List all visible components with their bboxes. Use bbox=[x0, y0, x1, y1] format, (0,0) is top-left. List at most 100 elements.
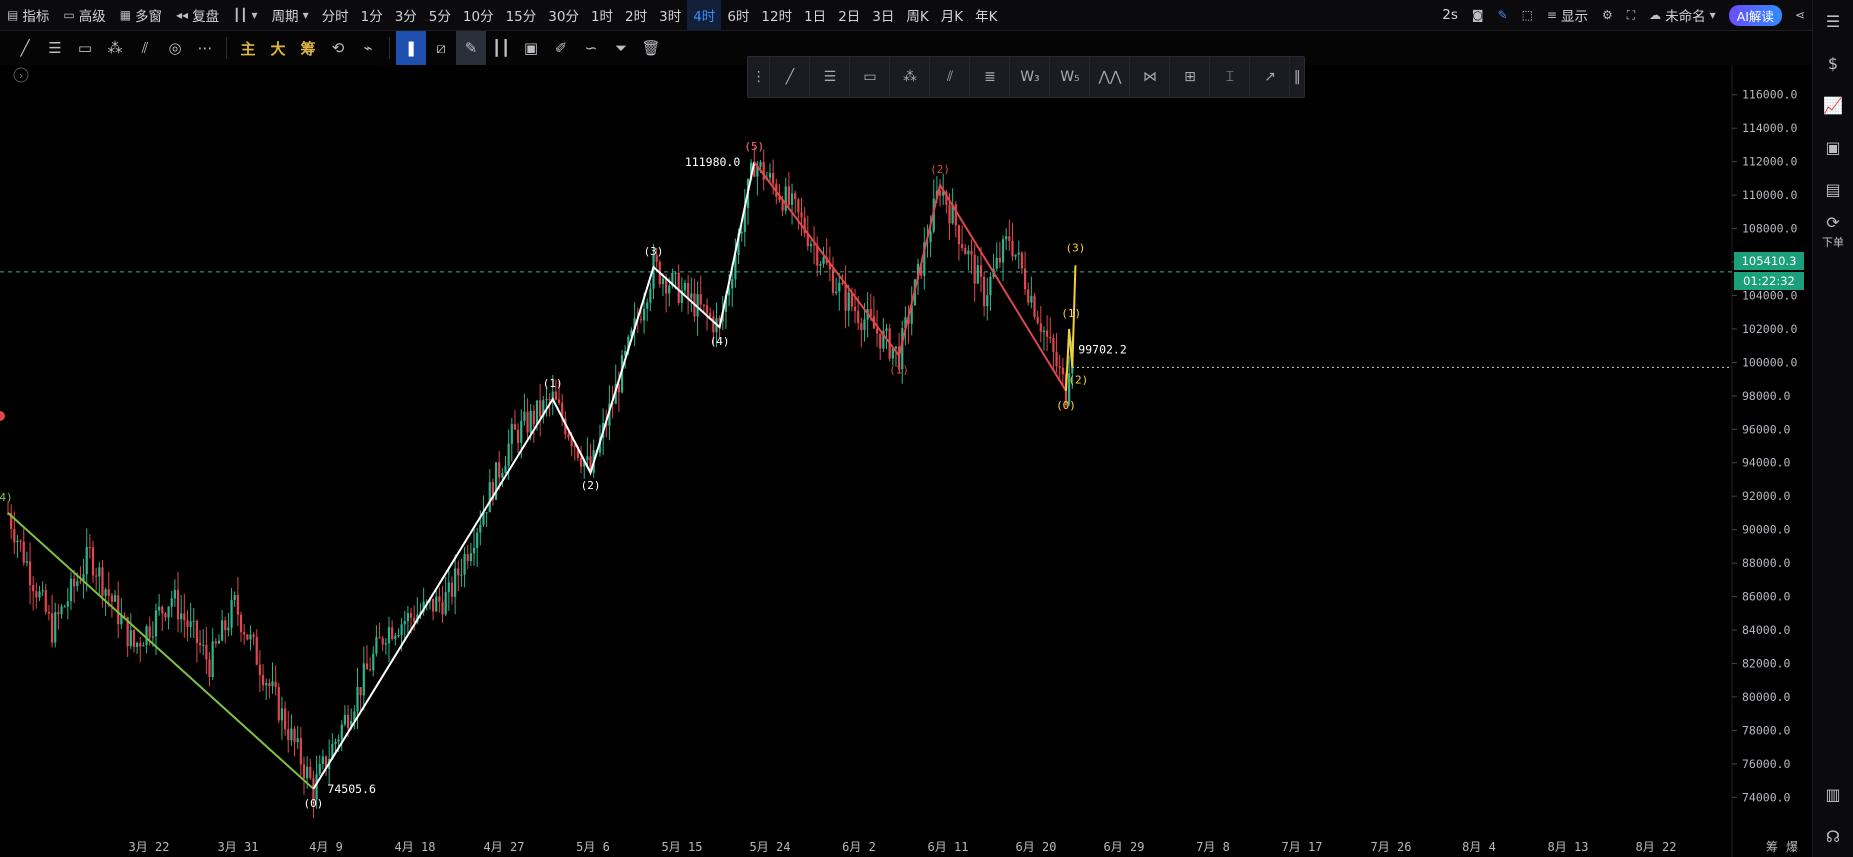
xabcd-icon[interactable]: ⋈ bbox=[1130, 57, 1171, 97]
drag-handle-icon[interactable]: ⋮ bbox=[748, 57, 771, 97]
share-icon[interactable]: ⋖ bbox=[1788, 0, 1812, 30]
period-14[interactable]: 2日 bbox=[832, 0, 866, 30]
period-4[interactable]: 10分 bbox=[457, 0, 500, 30]
circle-tool-icon[interactable]: ◎ bbox=[160, 31, 190, 65]
text-range-icon[interactable]: ⌶ bbox=[1210, 57, 1251, 97]
candle-body bbox=[158, 606, 161, 611]
period-dropdown[interactable]: 周期 ▾ bbox=[265, 0, 316, 30]
period-8[interactable]: 2时 bbox=[619, 0, 653, 30]
candle-body bbox=[91, 547, 95, 576]
x-tick-label: 8月 13 bbox=[1548, 840, 1589, 854]
period-1[interactable]: 1分 bbox=[355, 0, 389, 30]
watchlist-icon[interactable]: ☰ bbox=[1813, 0, 1853, 42]
fullscreen-icon[interactable]: ⛶ bbox=[1620, 0, 1642, 30]
candle-body bbox=[233, 594, 236, 600]
order-button[interactable]: ⟳ 下单 bbox=[1813, 210, 1853, 252]
link-icon[interactable]: ∽ bbox=[576, 31, 606, 65]
fib-tool-icon[interactable]: ⫽ bbox=[130, 31, 160, 65]
period-12[interactable]: 12时 bbox=[755, 0, 798, 30]
bookmark-icon[interactable]: ❚ bbox=[396, 31, 426, 65]
settings-icon[interactable]: ⚙ bbox=[1595, 0, 1620, 30]
x-tick-label: 8月 22 bbox=[1636, 840, 1677, 854]
period-9[interactable]: 3时 bbox=[653, 0, 687, 30]
fib-fan-icon[interactable]: ⫽ bbox=[930, 57, 971, 97]
main-chart-toggle[interactable]: 主 bbox=[233, 31, 263, 65]
pattern-tool-icon[interactable]: ⁂ bbox=[100, 31, 130, 65]
candle-body bbox=[154, 610, 158, 637]
period-11[interactable]: 6时 bbox=[721, 0, 755, 30]
headset-icon[interactable]: ☊ bbox=[1813, 815, 1853, 857]
candle-body bbox=[447, 582, 450, 593]
candle-body bbox=[463, 554, 466, 575]
rect-tool-icon[interactable]: ▭ bbox=[70, 31, 100, 65]
period-3[interactable]: 5分 bbox=[423, 0, 457, 30]
more-tools-icon[interactable]: ⋯ bbox=[190, 31, 220, 65]
collapse-icon[interactable]: ‖ bbox=[1290, 57, 1304, 97]
line-tool-icon[interactable]: ╱ bbox=[10, 31, 40, 65]
indicators-button[interactable]: ▤ 指标 bbox=[0, 0, 56, 30]
expand-arrow-icon: › bbox=[18, 69, 25, 82]
period-15[interactable]: 3日 bbox=[866, 0, 900, 30]
ai-analysis-button[interactable]: AI解读 bbox=[1728, 4, 1782, 26]
candle-body bbox=[265, 683, 268, 686]
pen-icon[interactable]: ✎ bbox=[1491, 0, 1515, 30]
pattern-icon[interactable]: ⁂ bbox=[890, 57, 931, 97]
big-order-toggle[interactable]: 大 bbox=[263, 31, 293, 65]
layout-name-dropdown[interactable]: ☁ 未命名 ▾ bbox=[1642, 0, 1723, 30]
layout-icon[interactable]: ▥ bbox=[1813, 773, 1853, 815]
multi-window-button[interactable]: ▦ 多窗 bbox=[113, 0, 169, 30]
magnet-icon[interactable]: ⌁ bbox=[353, 31, 383, 65]
candle-body bbox=[532, 410, 535, 425]
edit-box-icon[interactable]: ⬚ bbox=[1515, 0, 1540, 30]
replay-button[interactable]: ◂◂ 复盘 bbox=[169, 0, 226, 30]
wallet-icon[interactable]: ▤ bbox=[1813, 168, 1853, 210]
advanced-button[interactable]: ▭ 高级 bbox=[56, 0, 112, 30]
price-chart[interactable]: 116000.0 114000.0 112000.0 110000.0 108000.0… bbox=[0, 65, 1812, 857]
wave-label: (1) bbox=[543, 377, 563, 390]
display-button[interactable]: ≡ 显示 bbox=[1540, 0, 1595, 30]
period-0[interactable]: 分时 bbox=[316, 0, 355, 30]
growth-chart-icon[interactable]: 📈 bbox=[1813, 84, 1853, 126]
period-5[interactable]: 15分 bbox=[500, 0, 543, 30]
dollar-icon[interactable]: $ bbox=[1813, 42, 1853, 84]
period-2[interactable]: 3分 bbox=[389, 0, 423, 30]
candle-body bbox=[466, 554, 469, 562]
candle-body bbox=[457, 568, 460, 576]
trash-icon[interactable]: 🗑 bbox=[636, 31, 666, 65]
wave3-icon[interactable]: W₃ bbox=[1010, 57, 1051, 97]
period-17[interactable]: 月K bbox=[935, 0, 969, 30]
mountain-icon[interactable]: ⋀⋀ bbox=[1090, 57, 1131, 97]
rectangle-icon[interactable]: ▭ bbox=[850, 57, 891, 97]
period-13[interactable]: 1日 bbox=[798, 0, 832, 30]
x-tick-label: 7月 17 bbox=[1282, 840, 1323, 854]
ray-icon[interactable]: ↗ bbox=[1250, 57, 1291, 97]
chips-toggle[interactable]: 筹 bbox=[293, 31, 323, 65]
candle-body bbox=[894, 346, 898, 349]
box-plus-icon[interactable]: ⊞ bbox=[1170, 57, 1211, 97]
hline-tool-icon[interactable]: ☰ bbox=[40, 31, 70, 65]
period-7[interactable]: 1时 bbox=[585, 0, 619, 30]
chart-type-dropdown[interactable]: ┃┃ ▾ bbox=[226, 0, 264, 30]
fib-retrace-icon[interactable]: ≣ bbox=[970, 57, 1011, 97]
ruler-icon[interactable]: ⧄ bbox=[426, 31, 456, 65]
period-16[interactable]: 周K bbox=[900, 0, 934, 30]
sync-icon[interactable]: ⟲ bbox=[323, 31, 353, 65]
refresh-rate-button[interactable]: 2s bbox=[1435, 0, 1465, 30]
filter-icon[interactable]: ⏷ bbox=[606, 31, 636, 65]
monitor-icon[interactable]: ▣ bbox=[1813, 126, 1853, 168]
candle-body bbox=[573, 445, 576, 447]
wave-pen-icon[interactable]: ✎ bbox=[456, 31, 486, 65]
period-18[interactable]: 年K bbox=[969, 0, 1003, 30]
note-icon[interactable]: ✐ bbox=[546, 31, 576, 65]
trend-line-icon[interactable]: ╱ bbox=[770, 57, 811, 97]
period-10[interactable]: 4时 bbox=[687, 0, 722, 30]
wave5-icon[interactable]: W₅ bbox=[1050, 57, 1091, 97]
wave-red-line bbox=[753, 161, 1067, 392]
clipboard-icon[interactable]: ▣ bbox=[516, 31, 546, 65]
parallel-lines-icon[interactable]: ☰ bbox=[810, 57, 851, 97]
period-6[interactable]: 30分 bbox=[542, 0, 585, 30]
chevron-down-icon: ▾ bbox=[251, 8, 258, 22]
grid-icon: ▦ bbox=[119, 8, 132, 22]
camera-icon[interactable]: ◙ bbox=[1465, 0, 1491, 30]
bars-icon[interactable]: ┃┃ bbox=[486, 31, 516, 65]
